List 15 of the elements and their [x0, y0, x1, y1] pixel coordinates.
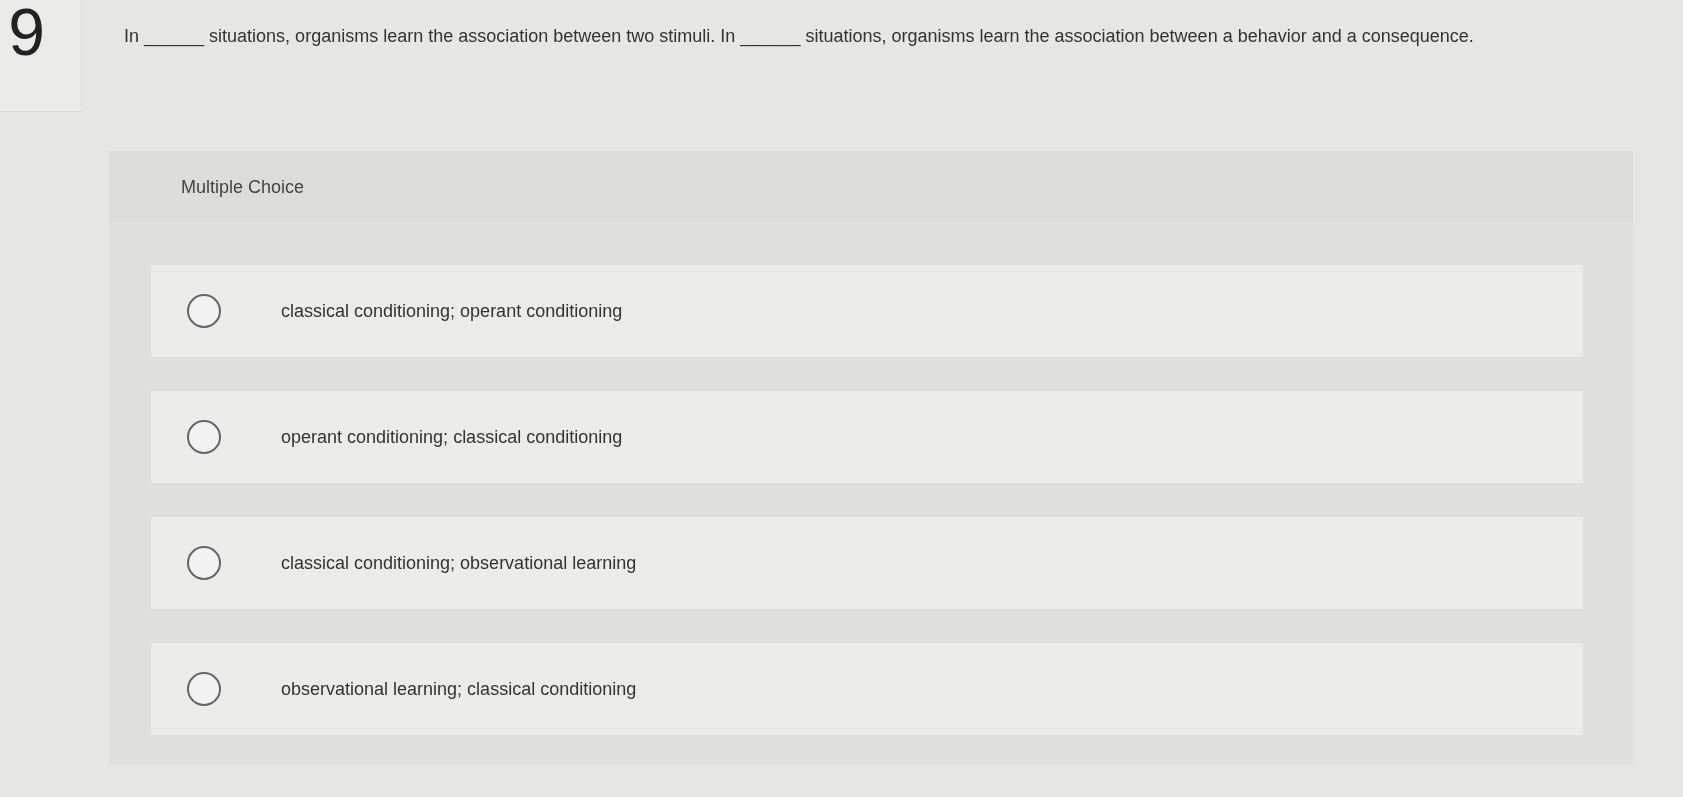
answer-option[interactable]: classical conditioning; operant conditioning — [151, 265, 1583, 357]
radio-button[interactable] — [187, 294, 221, 328]
radio-button[interactable] — [187, 672, 221, 706]
answer-option[interactable]: operant conditioning; classical conditioning — [151, 391, 1583, 483]
answer-option[interactable]: observational learning; classical conditioning — [151, 643, 1583, 735]
radio-button[interactable] — [187, 420, 221, 454]
question-text: In ______ situations, organisms learn the association between two stimuli. In ______ situations, organisms learn the association between a behavior and a consequence. — [124, 25, 1475, 49]
radio-button[interactable] — [187, 546, 221, 580]
option-label: classical conditioning; observational learning — [281, 552, 637, 574]
option-label: observational learning; classical conditioning — [281, 678, 637, 700]
section-heading: Multiple Choice — [181, 176, 305, 198]
option-label: classical conditioning; operant conditioning — [281, 300, 623, 322]
option-label: operant conditioning; classical conditioning — [281, 426, 623, 448]
question-number: 9 — [8, 0, 45, 70]
answer-option[interactable]: classical conditioning; observational learning — [151, 517, 1583, 609]
